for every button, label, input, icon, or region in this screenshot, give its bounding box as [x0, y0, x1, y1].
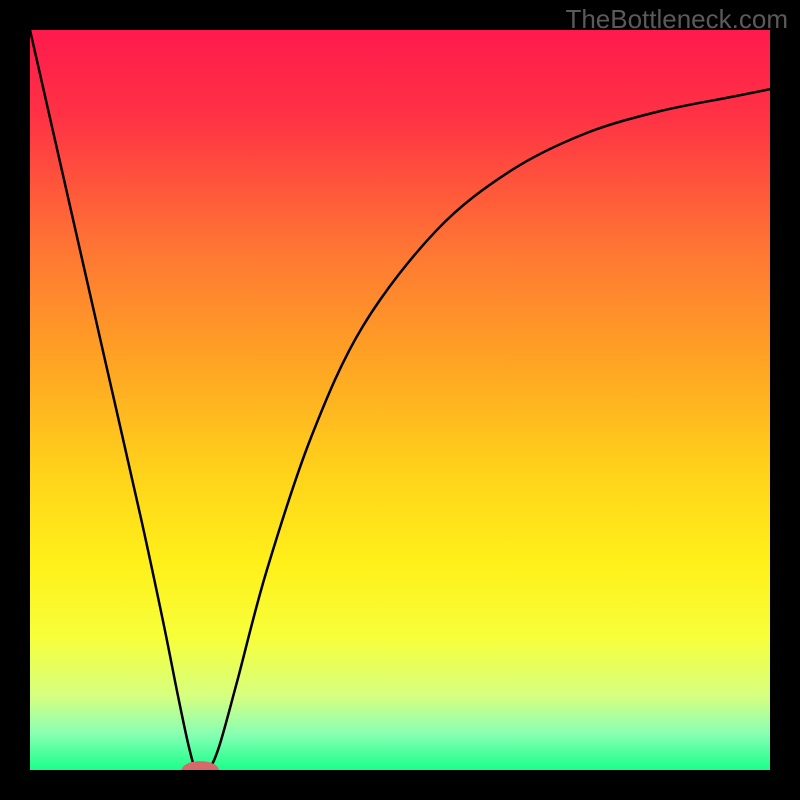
frame-border [770, 0, 800, 800]
frame-border [0, 770, 800, 800]
bottleneck-chart [0, 0, 800, 800]
frame-border [0, 0, 30, 800]
chart-container: TheBottleneck.com [0, 0, 800, 800]
watermark-text: TheBottleneck.com [565, 4, 788, 35]
plot-background [30, 30, 770, 770]
